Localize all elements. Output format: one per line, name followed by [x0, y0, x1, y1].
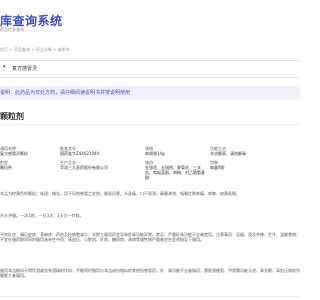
field-value: 华润三九医药股份有限公司 [60, 165, 108, 170]
field-value: 每盒9袋 [210, 165, 225, 170]
drug-precautions: 不良反应：偶见皮疹、荨麻疹、药热及粒细胞减少；长期大量用药会导致肝肾功能异常。禁… [0, 232, 300, 242]
drug-description: 本品为棕黄色的颗粒；味甜、微苦。用于风热感冒之发热，微恶风寒，头身痛，口干而渴，… [0, 191, 240, 196]
search-input[interactable] [12, 63, 298, 73]
drug-info-grid: 通用名称 复方感冒灵颗粒 批准文号 国药准字Z44021940 规格 每袋装14… [0, 140, 300, 180]
field-value: 辛凉解表，清热解毒 [210, 151, 246, 156]
notice-text: 说明：此药品为非处方药，请仔细阅读说明书并按说明使用 [0, 90, 131, 96]
field-value: 颗粒剂 [0, 165, 12, 170]
search-bar: ▾ [0, 60, 300, 78]
field-value: 复方感冒灵颗粒 [0, 151, 28, 156]
field-value: 国药准字Z44021940 [60, 151, 100, 156]
bottom-divider [0, 296, 300, 297]
divider [0, 124, 300, 125]
field-value: 每袋装14g [145, 151, 165, 156]
drug-warnings: 服用本品期间不得饮酒或含有酒精的饮料；不能同时服用与本品成份相似的其他抗感冒药；… [0, 268, 300, 278]
drug-dosage: 开水冲服。一次1袋，一日3次；2天为一疗程。 [0, 213, 84, 218]
notice-bar: 说明：此药品为非处方药，请仔细阅读说明书并按说明使用 [0, 86, 300, 100]
field-value: 金银花、五指柑、野菊花、三叉苦、南板蓝根、岗梅、对乙酰氨基酚 [145, 165, 205, 180]
drug-title: 颗粒剂 [0, 112, 24, 121]
breadcrumb[interactable]: 首页 > 药品查询 > 药品详情 > 说明书 [0, 47, 70, 53]
site-subtitle: 药品信息查询 [0, 27, 24, 32]
search-type-dropdown[interactable]: ▾ [3, 64, 9, 72]
page-header: 库查询系统 药品信息查询 [0, 0, 300, 45]
